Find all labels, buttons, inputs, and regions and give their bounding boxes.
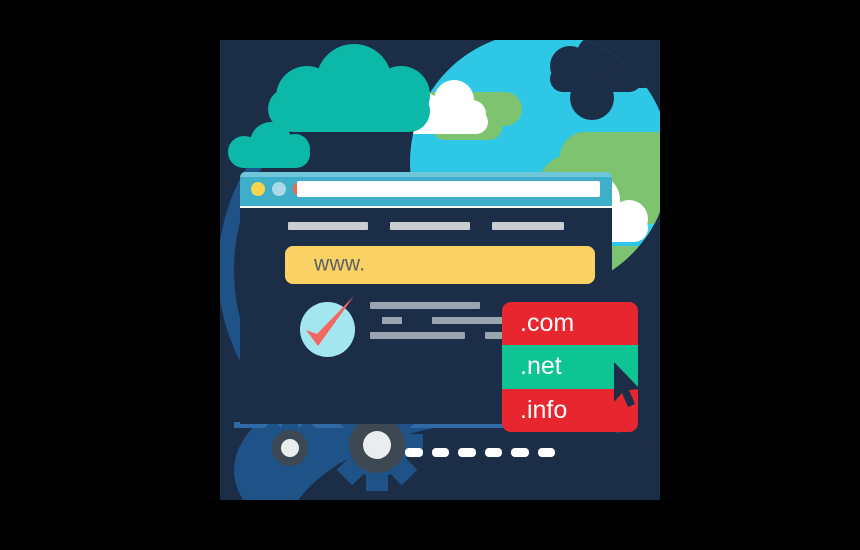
text-line bbox=[370, 332, 465, 339]
dash-segment bbox=[537, 448, 555, 457]
text-line-gap bbox=[402, 317, 432, 324]
window-dot-yellow[interactable] bbox=[251, 182, 265, 196]
illustration-canvas: www. .com .net .info bbox=[0, 0, 860, 550]
tld-option-label: .info bbox=[520, 395, 568, 424]
browser-titlebar bbox=[240, 172, 612, 206]
dash-segment bbox=[484, 448, 502, 457]
text-line-row bbox=[370, 302, 510, 309]
text-line bbox=[370, 302, 480, 309]
text-line-gap bbox=[370, 317, 382, 324]
nav-placeholder[interactable] bbox=[288, 222, 368, 230]
tld-option-com[interactable]: .com bbox=[502, 302, 638, 346]
nav-placeholder-row bbox=[288, 222, 564, 230]
address-bar[interactable] bbox=[297, 181, 600, 197]
dashed-path bbox=[405, 448, 555, 457]
dash-segment bbox=[431, 448, 449, 457]
text-line bbox=[432, 317, 510, 324]
tld-option-label: .com bbox=[520, 309, 575, 338]
text-line bbox=[382, 317, 402, 324]
domain-search-value: www. bbox=[314, 252, 366, 276]
nav-placeholder[interactable] bbox=[390, 222, 470, 230]
titlebar-highlight bbox=[240, 172, 612, 177]
window-dot-blue[interactable] bbox=[272, 182, 286, 196]
nav-placeholder[interactable] bbox=[492, 222, 564, 230]
dash-segment bbox=[405, 448, 423, 457]
dash-segment bbox=[511, 448, 529, 457]
tld-option-label: .net bbox=[520, 352, 562, 381]
text-line-row bbox=[370, 332, 510, 339]
text-line-gap bbox=[465, 332, 485, 339]
domain-search-input[interactable]: www. bbox=[285, 246, 595, 284]
artboard-panel: www. .com .net .info bbox=[220, 40, 660, 500]
cursor-arrow-icon bbox=[614, 362, 640, 407]
text-line-row bbox=[370, 317, 510, 324]
globe-cloud-cutout bbox=[606, 70, 660, 88]
checkmark-icon bbox=[306, 296, 354, 346]
gear-icon bbox=[258, 416, 322, 480]
content-text-lines bbox=[370, 302, 510, 347]
dash-segment bbox=[458, 448, 476, 457]
